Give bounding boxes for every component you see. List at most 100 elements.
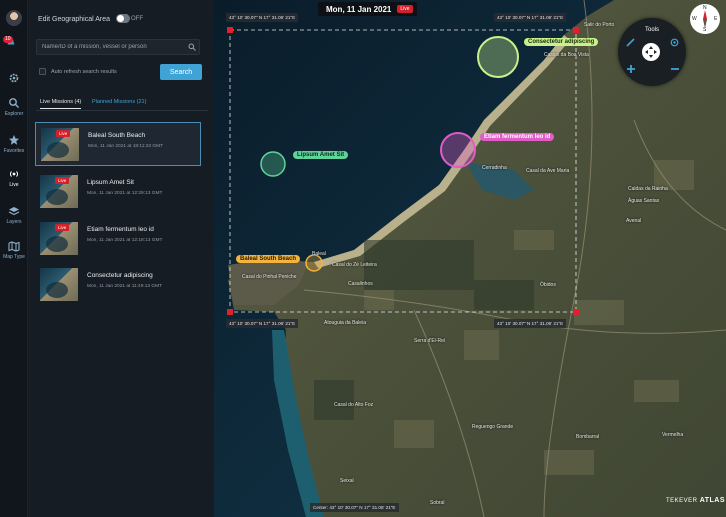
- place-label: Casais da Boa Vista: [544, 52, 589, 58]
- mission-item[interactable]: Live Lipsum Amet Sit Mon, 11 Jan 2021 at…: [35, 170, 201, 214]
- coord-top-left: 43° 10' 30.07" N 17° 31.06' 21"E: [226, 13, 299, 22]
- search-button[interactable]: Search: [160, 64, 202, 80]
- coord-bottom-left: 43° 10' 30.07" N 17° 31.06' 21"E: [226, 319, 299, 328]
- nav-live-label: Live: [9, 182, 19, 188]
- compass-s: S: [703, 27, 707, 33]
- mission-time: Mon, 11 Jan 2021 at 18:11:23 GMT: [88, 144, 164, 149]
- aoi-handle[interactable]: [227, 309, 233, 315]
- marker-label-etiam[interactable]: Etiam fermentum leo id: [480, 133, 555, 141]
- nav-explorer[interactable]: Explorer: [0, 97, 28, 117]
- layers-icon: [8, 207, 20, 216]
- place-label: Salir do Porto: [584, 22, 615, 28]
- map-icon: [8, 241, 20, 252]
- marker-baleal[interactable]: [305, 254, 323, 272]
- search-input[interactable]: [36, 39, 200, 55]
- mission-name: Consectetur adipiscing: [87, 272, 153, 279]
- marker-lipsum[interactable]: [260, 151, 286, 177]
- compass-w: W: [692, 16, 697, 22]
- compass[interactable]: N S E W: [690, 4, 720, 34]
- zoom-in-icon[interactable]: [626, 64, 636, 74]
- nav-favorites[interactable]: Favorites: [0, 134, 28, 154]
- icon-rail: 10 Explorer Favorites Live Layers Map Ty…: [0, 0, 28, 517]
- map-view[interactable]: Salir do Porto Casais da Boa Vista Cerra…: [214, 0, 726, 517]
- place-label: Baleal: [312, 251, 326, 257]
- marker-label-lipsum[interactable]: Lipsum Amet Sit: [293, 151, 349, 159]
- date-indicator: Mon, 11 Jan 2021 Live: [318, 2, 417, 16]
- edit-geo-area-label: Edit Geographical Area: [38, 16, 110, 23]
- missions-panel: Edit Geographical Area OFF Auto refresh …: [28, 0, 214, 517]
- marker-label-consectetur[interactable]: Consectetur adipiscing: [524, 38, 599, 46]
- broadcast-icon: [9, 171, 19, 177]
- nav-layers[interactable]: Layers: [0, 205, 28, 225]
- mission-item[interactable]: Live Etiam fermentum leo id Mon, 11 Jan …: [35, 217, 201, 261]
- marker-etiam[interactable]: [440, 132, 476, 168]
- place-label: Águas Santas: [628, 198, 660, 204]
- brand-logo: TEKEVER ATLAS: [666, 497, 725, 504]
- place-label: Caldas da Rainha: [628, 186, 668, 192]
- current-date: Mon, 11 Jan 2021: [326, 4, 392, 14]
- settings-button[interactable]: [0, 72, 28, 86]
- place-label: Serra d'El-Rei: [414, 338, 445, 344]
- place-label: Casal do Pinhal Peniche: [242, 274, 297, 280]
- mission-time: Mon, 11 Jan 2021 at 11:49:13 GMT: [87, 284, 163, 289]
- coord-top-right: 43° 10' 30.07" N 17° 31.06' 21"E: [494, 13, 567, 22]
- tools-wheel: Tools: [618, 18, 686, 86]
- place-label: Bombarral: [576, 434, 600, 440]
- nav-explorer-label: Explorer: [4, 111, 24, 117]
- mission-name: Etiam fermentum leo id: [87, 226, 154, 233]
- target-icon[interactable]: [670, 38, 679, 47]
- place-label: Cerradinha: [482, 165, 507, 171]
- place-label: Atouguia da Baleia: [324, 320, 366, 326]
- live-badge: Live: [397, 5, 413, 13]
- mission-thumbnail: [40, 268, 78, 301]
- auto-refresh-checkbox[interactable]: [39, 68, 46, 75]
- avatar[interactable]: [6, 10, 22, 26]
- auto-refresh-label: Auto refresh search results: [51, 69, 117, 75]
- zoom-out-icon[interactable]: [670, 64, 680, 74]
- mission-time: Mon, 11 Jan 2021 at 12:18:13 GMT: [87, 238, 163, 243]
- star-icon: [9, 135, 19, 145]
- mission-item[interactable]: Consectetur adipiscing Mon, 11 Jan 2021 …: [35, 263, 201, 307]
- edit-geo-area-toggle[interactable]: [116, 14, 130, 23]
- search-icon[interactable]: [188, 43, 196, 51]
- aoi-handle[interactable]: [573, 309, 579, 315]
- search-icon: [9, 98, 19, 108]
- live-badge: Live: [55, 177, 70, 184]
- nav-map-type-label: Map Type: [3, 254, 25, 260]
- aoi-handle[interactable]: [573, 27, 579, 33]
- place-label: Casal do Zé Leiteira: [332, 262, 377, 268]
- place-label: Óbidos: [540, 282, 556, 288]
- nav-live[interactable]: Live: [0, 168, 28, 188]
- tab-planned-missions[interactable]: Planned Missions (21): [92, 99, 146, 105]
- place-label: Vermelha: [662, 432, 684, 438]
- tools-label: Tools: [645, 27, 660, 33]
- toggle-state-label: OFF: [131, 16, 143, 22]
- tabs-divider: [36, 110, 208, 111]
- aoi-handle[interactable]: [227, 27, 233, 33]
- pencil-icon[interactable]: [626, 38, 635, 47]
- live-badge: Live: [55, 224, 70, 231]
- compass-e: E: [714, 16, 718, 22]
- nav-map-type[interactable]: Map Type: [0, 240, 28, 260]
- center-coordinate: Center: 43° 10' 30.07" N 17° 31.06' 21"E: [310, 503, 399, 512]
- place-label: Casal da Ave Maria: [526, 168, 570, 174]
- pan-button[interactable]: [642, 43, 660, 61]
- compass-n: N: [703, 5, 707, 11]
- live-badge: Live: [56, 130, 71, 137]
- app-window: 10 Explorer Favorites Live Layers Map Ty…: [0, 0, 726, 517]
- gear-icon: [9, 73, 19, 83]
- brand-prefix: TEKEVER: [666, 498, 698, 504]
- place-label: Casalinhos: [348, 281, 373, 287]
- mission-time: Mon, 11 Jan 2021 at 12:29:13 GMT: [87, 191, 163, 196]
- mission-name: Baleal South Beach: [88, 132, 146, 139]
- mission-item[interactable]: Live Baleal South Beach Mon, 11 Jan 2021…: [35, 122, 201, 166]
- place-label: Avenal: [626, 218, 642, 224]
- move-icon: [645, 46, 657, 58]
- marker-label-baleal[interactable]: Baleal South Beach: [236, 255, 301, 263]
- place-label: Casal do Alto Foz: [334, 402, 374, 408]
- place-label: Seixal: [340, 478, 354, 484]
- tab-live-missions[interactable]: Live Missions (4): [40, 99, 82, 109]
- place-label: Reguengo Grande: [472, 424, 514, 430]
- marker-consectetur[interactable]: [477, 36, 519, 78]
- mission-name: Lipsum Amet Sit: [87, 179, 134, 186]
